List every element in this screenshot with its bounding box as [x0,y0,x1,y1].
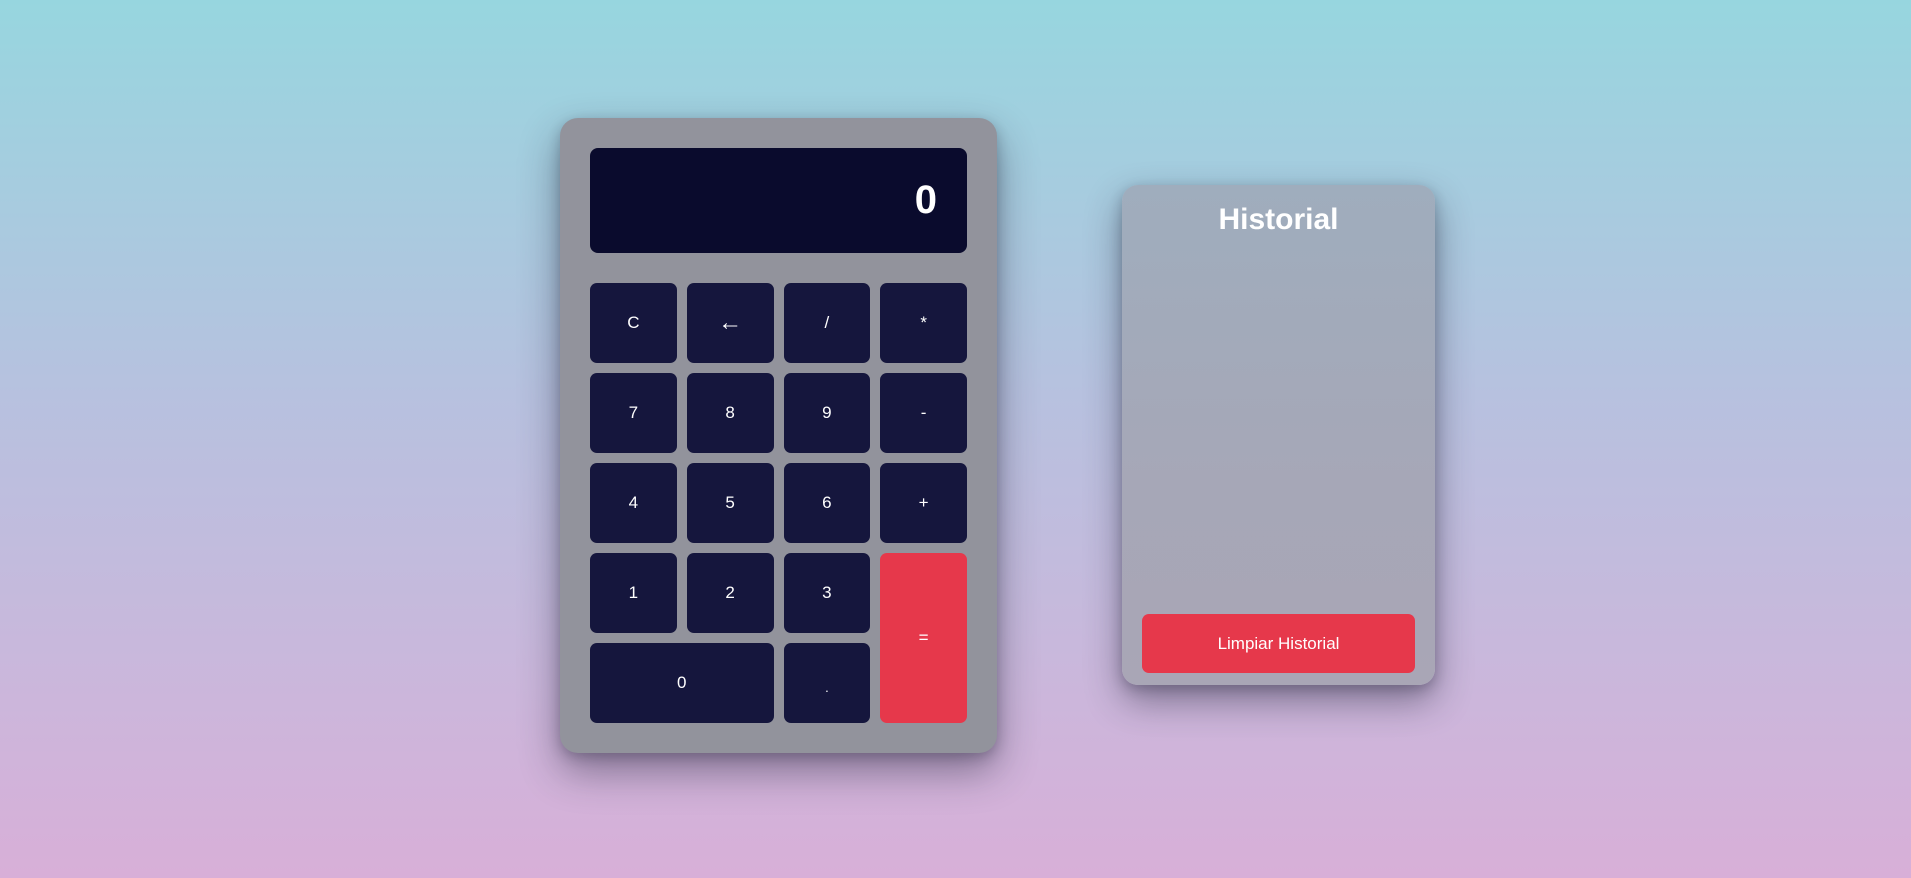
clear-history-button[interactable]: Limpiar Historial [1142,614,1415,673]
backspace-button[interactable]: ← [686,283,774,363]
add-button[interactable]: + [880,463,967,543]
digit-9-button[interactable]: 9 [783,373,871,453]
digit-4-button[interactable]: 4 [590,463,677,543]
digit-6-button[interactable]: 6 [783,463,871,543]
digit-3-button[interactable]: 3 [783,553,871,633]
divide-button[interactable]: / [783,283,871,363]
history-list [1142,255,1415,595]
calculator-display: 0 [590,148,967,253]
display-value: 0 [914,178,937,222]
multiply-button[interactable]: * [880,283,967,363]
decimal-button[interactable]: . [783,643,871,723]
digit-2-button[interactable]: 2 [686,553,774,633]
digit-5-button[interactable]: 5 [686,463,774,543]
history-panel: Historial Limpiar Historial [1122,185,1435,685]
history-title: Historial [1218,203,1339,236]
clear-button[interactable]: C [590,283,677,363]
digit-1-button[interactable]: 1 [590,553,677,633]
subtract-button[interactable]: - [880,373,967,453]
decimal-label: . [825,679,829,695]
digit-8-button[interactable]: 8 [686,373,774,453]
calculator: 0 C ← / * 7 8 9 - 4 5 6 + 1 2 3 = 0 . [560,118,997,753]
keypad: C ← / * 7 8 9 - 4 5 6 + 1 2 3 = 0 . [590,283,967,725]
equals-button[interactable]: = [880,553,967,723]
digit-0-button[interactable]: 0 [590,643,774,723]
digit-7-button[interactable]: 7 [590,373,677,453]
